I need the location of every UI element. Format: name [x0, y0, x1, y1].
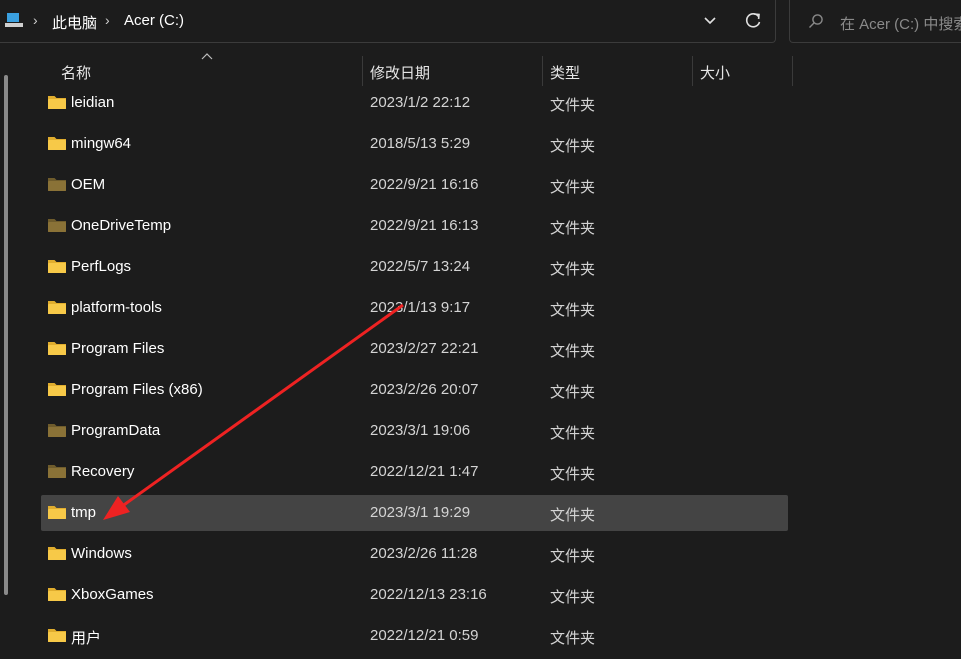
folder-hidden-icon [48, 424, 66, 437]
file-type: 文件夹 [550, 507, 596, 524]
file-date: 2022/12/13 23:16 [370, 586, 487, 603]
sort-ascending-icon [201, 53, 213, 60]
file-name[interactable]: XboxGames [71, 586, 154, 603]
breadcrumb-separator-icon[interactable]: › [33, 12, 38, 28]
folder-icon [48, 629, 66, 642]
file-row[interactable]: 用户 2022/12/21 0:59 文件夹 [41, 618, 788, 654]
file-row[interactable]: ProgramData 2023/3/1 19:06 文件夹 [41, 413, 788, 449]
breadcrumb-drive[interactable]: Acer (C:) [124, 12, 184, 29]
search-input[interactable]: 在 Acer (C:) 中搜索 [840, 13, 961, 34]
file-date: 2023/2/26 20:07 [370, 381, 479, 398]
file-type: 文件夹 [550, 138, 596, 155]
file-date: 2023/3/1 19:29 [370, 504, 471, 521]
folder-icon [48, 96, 66, 109]
file-name[interactable]: tmp [71, 504, 96, 521]
file-date: 2023/2/26 11:28 [370, 545, 478, 562]
file-type: 文件夹 [550, 548, 596, 565]
chevron-down-icon[interactable] [703, 14, 717, 28]
folder-hidden-icon [48, 219, 66, 232]
folder-icon [48, 260, 66, 273]
column-divider[interactable] [362, 56, 363, 86]
file-type: 文件夹 [550, 343, 596, 360]
column-header-type[interactable]: 类型 [550, 62, 580, 83]
file-name[interactable]: PerfLogs [71, 258, 131, 275]
file-row[interactable]: Recovery 2022/12/21 1:47 文件夹 [41, 454, 788, 490]
search-icon [809, 14, 823, 28]
file-type: 文件夹 [550, 425, 596, 442]
folder-icon [48, 547, 66, 560]
file-name[interactable]: Program Files [71, 340, 164, 357]
folder-icon [48, 342, 66, 355]
file-row[interactable]: tmp 2023/3/1 19:29 文件夹 [41, 495, 788, 531]
file-row[interactable]: mingw64 2018/5/13 5:29 文件夹 [41, 126, 788, 162]
file-name[interactable]: platform-tools [71, 299, 162, 316]
file-row[interactable]: Program Files (x86) 2023/2/26 20:07 文件夹 [41, 372, 788, 408]
file-date: 2022/12/21 0:59 [370, 627, 479, 644]
column-divider[interactable] [792, 56, 793, 86]
file-row[interactable]: platform-tools 2023/1/13 9:17 文件夹 [41, 290, 788, 326]
vertical-scrollbar[interactable] [4, 75, 8, 595]
column-divider[interactable] [542, 56, 543, 86]
folder-hidden-icon [48, 465, 66, 478]
file-name[interactable]: leidian [71, 94, 114, 111]
folder-hidden-icon [48, 178, 66, 191]
file-row[interactable]: Windows 2023/2/26 11:28 文件夹 [41, 536, 788, 572]
file-type: 文件夹 [550, 97, 596, 114]
file-type: 文件夹 [550, 261, 596, 278]
column-header-name[interactable]: 名称 [61, 62, 91, 83]
file-date: 2022/5/7 13:24 [370, 258, 471, 275]
column-header-date[interactable]: 修改日期 [370, 62, 430, 83]
file-date: 2023/2/27 22:21 [370, 340, 479, 357]
file-name[interactable]: mingw64 [71, 135, 131, 152]
file-name[interactable]: Program Files (x86) [71, 381, 203, 398]
file-name[interactable]: 用户 [71, 627, 101, 648]
file-row[interactable]: leidian 2023/1/2 22:12 文件夹 [41, 85, 788, 121]
address-bar[interactable]: › 此电脑 › Acer (C:) [0, 0, 776, 43]
file-name[interactable]: Windows [71, 545, 132, 562]
file-date: 2023/1/2 22:12 [370, 94, 471, 111]
file-name[interactable]: OneDriveTemp [71, 217, 171, 234]
breadcrumb-separator-icon[interactable]: › [105, 12, 110, 28]
folder-icon [48, 588, 66, 601]
file-row[interactable]: OneDriveTemp 2022/9/21 16:13 文件夹 [41, 208, 788, 244]
file-type: 文件夹 [550, 630, 596, 647]
file-type: 文件夹 [550, 466, 596, 483]
column-header-size[interactable]: 大小 [700, 62, 730, 83]
file-name[interactable]: ProgramData [71, 422, 160, 439]
file-row[interactable]: PerfLogs 2022/5/7 13:24 文件夹 [41, 249, 788, 285]
file-date: 2022/9/21 16:13 [370, 217, 479, 234]
folder-icon [48, 137, 66, 150]
refresh-icon[interactable] [743, 10, 763, 30]
file-row[interactable]: Program Files 2023/2/27 22:21 文件夹 [41, 331, 788, 367]
file-date: 2018/5/13 5:29 [370, 135, 471, 152]
file-type: 文件夹 [550, 589, 596, 606]
file-type: 文件夹 [550, 302, 596, 319]
folder-icon [48, 301, 66, 314]
file-row[interactable]: OEM 2022/9/21 16:16 文件夹 [41, 167, 788, 203]
file-type: 文件夹 [550, 220, 596, 237]
file-type: 文件夹 [550, 179, 596, 196]
folder-icon [48, 506, 66, 519]
column-divider[interactable] [692, 56, 693, 86]
file-date: 2022/12/21 1:47 [370, 463, 479, 480]
search-box[interactable]: 在 Acer (C:) 中搜索 [789, 0, 961, 43]
file-name[interactable]: OEM [71, 176, 105, 193]
folder-icon [48, 383, 66, 396]
file-date: 2023/1/13 9:17 [370, 299, 471, 316]
this-pc-icon[interactable] [5, 11, 25, 29]
file-date: 2023/3/1 19:06 [370, 422, 471, 439]
file-date: 2022/9/21 16:16 [370, 176, 479, 193]
breadcrumb-this-pc[interactable]: 此电脑 [52, 12, 97, 33]
file-row[interactable]: XboxGames 2022/12/13 23:16 文件夹 [41, 577, 788, 613]
file-type: 文件夹 [550, 384, 596, 401]
file-name[interactable]: Recovery [71, 463, 134, 480]
